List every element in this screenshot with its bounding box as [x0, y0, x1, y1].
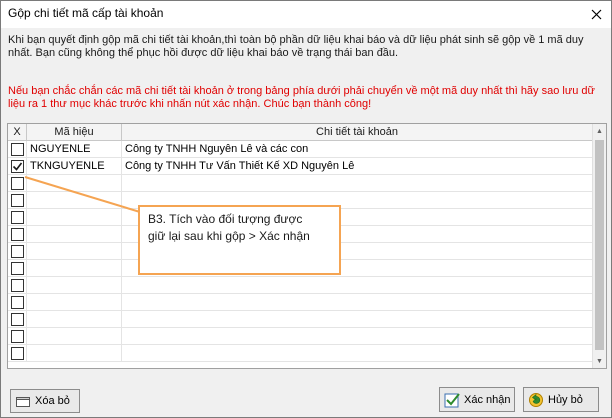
ma-hieu-cell[interactable]: [27, 311, 122, 328]
row-checkbox[interactable]: [11, 347, 24, 360]
row-checkbox[interactable]: [11, 143, 24, 156]
table-row[interactable]: [8, 345, 593, 362]
row-checkbox[interactable]: [11, 262, 24, 275]
ma-hieu-cell[interactable]: [27, 260, 122, 277]
grid-header: X Mã hiệu Chi tiết tài khoản: [8, 124, 593, 141]
row-select-cell: [8, 345, 27, 362]
scroll-up-arrow-icon[interactable]: ▲: [593, 124, 606, 138]
row-checkbox[interactable]: [11, 313, 24, 326]
row-select-cell: [8, 158, 27, 175]
confirm-button[interactable]: Xác nhận: [439, 387, 515, 412]
row-select-cell: [8, 294, 27, 311]
column-header-ma-hieu[interactable]: Mã hiệu: [27, 124, 122, 141]
instruction-callout: B3. Tích vào đối tượng được giữ lại sau …: [138, 205, 341, 275]
row-checkbox[interactable]: [11, 177, 24, 190]
delete-button-label: Xóa bỏ: [35, 395, 70, 407]
row-checkbox[interactable]: [11, 211, 24, 224]
confirm-check-icon: [444, 392, 460, 408]
ma-hieu-cell[interactable]: TKNGUYENLE: [27, 158, 122, 175]
delete-button[interactable]: Xóa bỏ: [10, 389, 80, 413]
table-row[interactable]: [8, 328, 593, 345]
row-checkbox[interactable]: [11, 160, 24, 173]
chi-tiet-cell[interactable]: Công ty TNHH Tư Vấn Thiết Kế XD Nguyên L…: [122, 158, 593, 175]
chi-tiet-cell[interactable]: [122, 294, 593, 311]
column-header-x[interactable]: X: [8, 124, 27, 141]
chi-tiet-cell[interactable]: [122, 175, 593, 192]
row-checkbox[interactable]: [11, 296, 24, 309]
row-checkbox[interactable]: [11, 194, 24, 207]
ma-hieu-cell[interactable]: [27, 345, 122, 362]
table-row[interactable]: [8, 311, 593, 328]
callout-line-1: B3. Tích vào đối tượng được: [148, 212, 303, 226]
description-text: Khi bạn quyết định gộp mã chi tiết tài k…: [8, 34, 584, 59]
cancel-button-label: Hủy bỏ: [548, 393, 583, 406]
row-select-cell: [8, 328, 27, 345]
ma-hieu-cell[interactable]: [27, 192, 122, 209]
table-row[interactable]: [8, 294, 593, 311]
ma-hieu-cell[interactable]: [27, 294, 122, 311]
checkmark-icon: [12, 162, 23, 171]
ma-hieu-cell[interactable]: NGUYENLE: [27, 141, 122, 158]
row-checkbox[interactable]: [11, 228, 24, 241]
chi-tiet-cell[interactable]: [122, 328, 593, 345]
row-select-cell: [8, 260, 27, 277]
row-select-cell: [8, 141, 27, 158]
row-select-cell: [8, 243, 27, 260]
ma-hieu-cell[interactable]: [27, 277, 122, 294]
merge-account-dialog: Gộp chi tiết mã cấp tài khoản Khi bạn qu…: [0, 0, 612, 418]
scroll-down-arrow-icon[interactable]: ▼: [593, 354, 606, 368]
ma-hieu-cell[interactable]: [27, 243, 122, 260]
ma-hieu-cell[interactable]: [27, 209, 122, 226]
row-checkbox[interactable]: [11, 330, 24, 343]
delete-icon: [15, 393, 31, 409]
callout-line-2: giữ lại sau khi gộp > Xác nhận: [148, 229, 310, 243]
chi-tiet-cell[interactable]: [122, 277, 593, 294]
table-row[interactable]: [8, 175, 593, 192]
row-checkbox[interactable]: [11, 279, 24, 292]
cancel-button[interactable]: Hủy bỏ: [523, 387, 599, 412]
ma-hieu-cell[interactable]: [27, 226, 122, 243]
row-select-cell: [8, 192, 27, 209]
row-select-cell: [8, 311, 27, 328]
ma-hieu-cell[interactable]: [27, 175, 122, 192]
chi-tiet-cell[interactable]: [122, 345, 593, 362]
row-select-cell: [8, 175, 27, 192]
title-bar: Gộp chi tiết mã cấp tài khoản: [1, 1, 611, 28]
warning-text: Nếu bạn chắc chắn các mã chi tiết tài kh…: [8, 85, 595, 110]
close-icon: [591, 9, 601, 19]
vertical-scrollbar[interactable]: ▲ ▼: [592, 124, 606, 368]
close-button[interactable]: [587, 5, 605, 23]
row-checkbox[interactable]: [11, 245, 24, 258]
table-row[interactable]: [8, 277, 593, 294]
scroll-thumb[interactable]: [595, 140, 604, 350]
chi-tiet-cell[interactable]: Công ty TNHH Nguyên Lê và các con: [122, 141, 593, 158]
dialog-title: Gộp chi tiết mã cấp tài khoản: [8, 6, 164, 20]
confirm-button-label: Xác nhận: [464, 393, 511, 406]
ma-hieu-cell[interactable]: [27, 328, 122, 345]
chi-tiet-cell[interactable]: [122, 311, 593, 328]
row-select-cell: [8, 277, 27, 294]
row-select-cell: [8, 209, 27, 226]
table-row[interactable]: TKNGUYENLE Công ty TNHH Tư Vấn Thiết Kế X…: [8, 158, 593, 175]
cancel-undo-icon: [528, 392, 544, 408]
table-row[interactable]: NGUYENLE Công ty TNHH Nguyên Lê và các co…: [8, 141, 593, 158]
column-header-chi-tiet[interactable]: Chi tiết tài khoản: [122, 124, 593, 141]
row-select-cell: [8, 226, 27, 243]
